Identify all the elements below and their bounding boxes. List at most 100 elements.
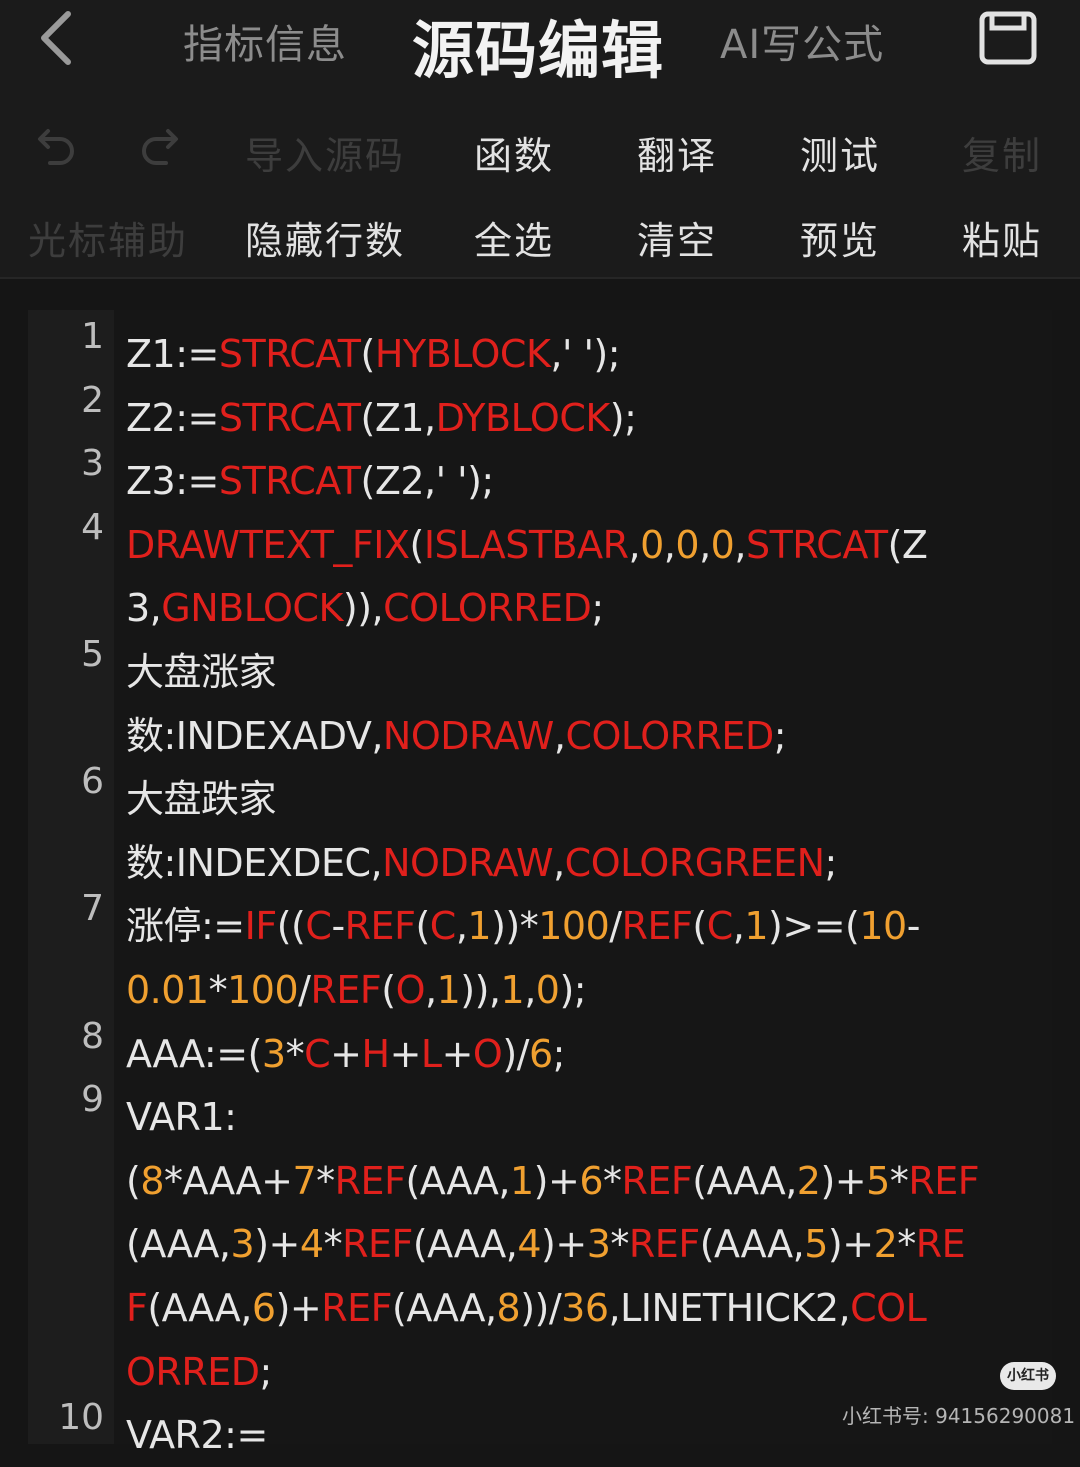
line-number: 2 <box>81 379 104 421</box>
code-text: , <box>553 713 566 758</box>
code-line[interactable]: 大盘涨家 <box>126 640 277 704</box>
code-keyword: STRCAT <box>218 332 361 376</box>
code-line[interactable]: 数:INDEXDEC,NODRAW,COLORGREEN; <box>126 831 837 895</box>
code-text: * <box>610 1222 629 1267</box>
code-line[interactable]: (8*AAA+7*REF(AAA,1)+6*REF(AAA,2)+5*REF <box>126 1149 980 1213</box>
code-number: 1 <box>744 904 769 949</box>
code-text: ; <box>591 586 604 631</box>
code-number: 7 <box>292 1158 317 1203</box>
code-number: 4 <box>517 1222 542 1267</box>
translate-button[interactable]: 翻译 <box>637 125 717 180</box>
code-line[interactable]: DRAWTEXT_FIX(ISLASTBAR,0,0,0,STRCAT(Z <box>126 513 928 577</box>
copy-button[interactable]: 复制 <box>962 125 1042 180</box>
code-text: )+ <box>820 1158 867 1203</box>
code-text: Z1:= <box>126 332 219 376</box>
code-number: 3 <box>261 1031 286 1076</box>
save-icon <box>979 11 1037 65</box>
preview-button[interactable]: 预览 <box>800 210 880 265</box>
code-keyword: H <box>361 1031 390 1076</box>
code-keyword: HYBLOCK <box>374 332 551 376</box>
redo-button[interactable] <box>138 125 186 173</box>
code-number: 4 <box>299 1222 324 1267</box>
code-keyword: REF <box>342 1222 413 1267</box>
code-line[interactable]: 大盘跌家 <box>126 767 277 831</box>
code-line[interactable]: Z1:=STRCAT(HYBLOCK,' '); <box>126 322 621 386</box>
code-number: 2 <box>873 1222 898 1267</box>
code-text: ,LINETHICK2, <box>608 1286 851 1330</box>
code-number: 1 <box>467 904 492 949</box>
undo-icon <box>38 129 74 165</box>
code-keyword: GNBLOCK <box>161 586 343 631</box>
code-text: 大盘涨家 <box>126 650 277 694</box>
code-line[interactable]: 0.01*100/REF(O,1)),1,0); <box>126 958 587 1022</box>
code-text: )), <box>460 968 501 1012</box>
code-number: 5 <box>866 1158 890 1203</box>
code-number: 100 <box>227 968 299 1012</box>
code-number: 100 <box>538 904 610 949</box>
code-text: ; <box>552 1031 566 1076</box>
cursor-assist-button[interactable]: 光标辅助 <box>28 210 188 265</box>
code-number: 3 <box>586 1222 611 1267</box>
save-button[interactable] <box>978 10 1038 66</box>
functions-button[interactable]: 函数 <box>474 125 554 180</box>
line-number: 8 <box>81 1015 104 1057</box>
code-text: (AAA, <box>412 1222 518 1267</box>
code-line[interactable]: (AAA,3)+4*REF(AAA,4)+3*REF(AAA,5)+2*RE <box>126 1212 966 1276</box>
code-line[interactable]: AAA:=(3*C+H+L+O)/6; <box>126 1022 565 1086</box>
line-number: 1 <box>81 316 104 357</box>
code-keyword: RE <box>915 1222 966 1267</box>
select-all-button[interactable]: 全选 <box>474 210 554 265</box>
code-line[interactable]: Z2:=STRCAT(Z1,DYBLOCK); <box>126 386 637 450</box>
code-text: * <box>897 1222 916 1267</box>
import-source-button[interactable]: 导入源码 <box>245 125 405 180</box>
code-keyword: L <box>420 1031 442 1076</box>
code-text: Z2:= <box>126 395 219 440</box>
code-line[interactable]: 涨停:=IF((C-REF(C,1))*100/REF(C,1)>=(10- <box>126 894 920 958</box>
tab-indicator-info[interactable]: 指标信息 <box>183 12 347 70</box>
code-text: , <box>732 904 745 949</box>
code-line[interactable]: Z3:=STRCAT(Z2,' '); <box>126 449 494 513</box>
code-text: ); <box>609 395 637 440</box>
code-keyword: REF <box>908 1158 980 1203</box>
code-keyword: STRCAT <box>745 522 888 567</box>
code-text: ( <box>409 522 425 567</box>
undo-button[interactable] <box>30 125 78 173</box>
code-text: * <box>208 968 228 1012</box>
clear-button[interactable]: 清空 <box>637 210 717 265</box>
code-keyword: REF <box>344 904 416 949</box>
code-number: 1 <box>509 1158 534 1203</box>
code-text: + <box>330 1031 362 1076</box>
tab-source-edit[interactable]: 源码编辑 <box>412 0 664 90</box>
code-text: VAR2:= <box>126 1413 268 1458</box>
code-keyword: COLORRED <box>383 586 592 631</box>
back-button[interactable] <box>30 8 90 68</box>
code-keyword: COLORGREEN <box>564 840 825 885</box>
hide-line-numbers-button[interactable]: 隐藏行数 <box>245 210 405 265</box>
tab-ai-formula[interactable]: AI写公式 <box>720 12 884 70</box>
code-line[interactable]: F(AAA,6)+REF(AAA,8))/36,LINETHICK2,COL <box>126 1276 927 1340</box>
code-line[interactable]: VAR2:= <box>126 1403 268 1467</box>
code-text: ))* <box>491 904 539 949</box>
paste-button[interactable]: 粘贴 <box>962 210 1042 265</box>
line-number: 7 <box>81 888 104 930</box>
code-line[interactable]: ORRED; <box>126 1340 272 1404</box>
code-text: (AAA, <box>699 1222 805 1267</box>
code-text: * <box>889 1158 909 1203</box>
code-text: , <box>663 522 676 567</box>
code-text: ( <box>360 332 376 376</box>
code-number: 6 <box>251 1286 276 1330</box>
code-text: (AAA, <box>147 1286 252 1330</box>
code-keyword: NODRAW <box>382 840 554 885</box>
test-button[interactable]: 测试 <box>800 125 880 180</box>
code-text: , <box>699 522 711 567</box>
line-number: 5 <box>81 634 104 675</box>
code-keyword: C <box>706 904 734 949</box>
code-number: 2 <box>796 1158 821 1203</box>
code-text: ,' '); <box>550 332 621 376</box>
code-text: 3, <box>126 586 162 631</box>
code-text: )+ <box>254 1222 300 1267</box>
code-line[interactable]: VAR1: <box>126 1085 237 1149</box>
code-editor[interactable]: 1 Z1:=STRCAT(HYBLOCK,' '); 2 Z2:=STRCAT(Z1,… <box>28 310 1052 1457</box>
code-line[interactable]: 数:INDEXADV,NODRAW,COLORRED; <box>126 704 787 768</box>
code-line[interactable]: 3,GNBLOCK)),COLORRED; <box>126 576 604 640</box>
